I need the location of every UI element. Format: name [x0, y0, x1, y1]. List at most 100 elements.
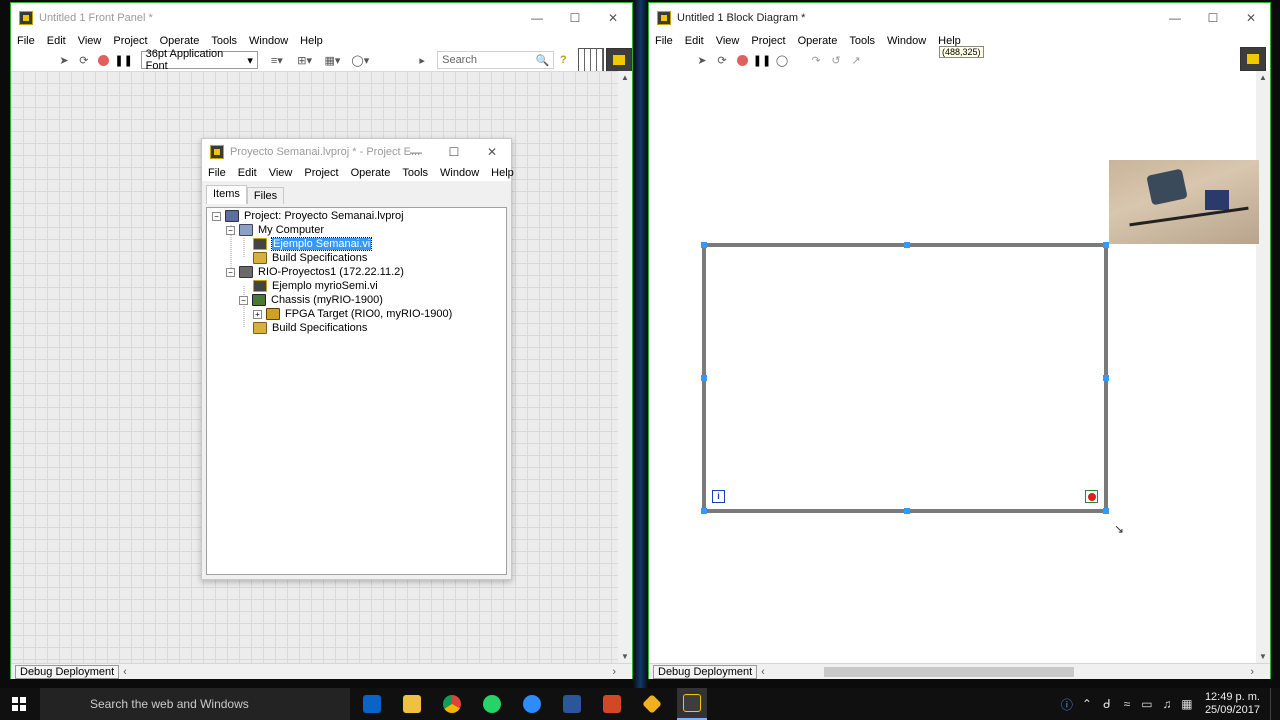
minimize-icon[interactable]: —: [397, 139, 435, 165]
chevron-up-icon[interactable]: ⌃: [1077, 697, 1097, 711]
run-arrow-icon[interactable]: ➤: [55, 51, 73, 69]
minimize-icon[interactable]: —: [518, 3, 556, 33]
collapse-icon[interactable]: −: [226, 225, 235, 235]
abort-icon[interactable]: [95, 51, 113, 69]
menu-operate[interactable]: Operate: [792, 35, 844, 47]
tree-row-rio-target[interactable]: − RIO-Proyectos1 (172.22.11.2): [226, 265, 404, 279]
menu-window[interactable]: Window: [434, 167, 485, 179]
windows-start-icon[interactable]: [12, 697, 26, 711]
font-select[interactable]: 36pt Application Font ▾: [140, 48, 258, 72]
menu-view[interactable]: View: [72, 35, 108, 47]
menu-view[interactable]: View: [710, 35, 746, 47]
scroll-up-icon[interactable]: ▲: [621, 73, 629, 82]
tab-files[interactable]: Files: [246, 187, 285, 204]
run-arrow-icon[interactable]: ➤: [693, 51, 711, 69]
resize-handle[interactable]: [904, 242, 910, 248]
tree-row-myrio-vi[interactable]: Ejemplo myrioSemi.vi: [253, 279, 378, 293]
pause-icon[interactable]: ❚❚: [114, 51, 132, 69]
zoom-icon[interactable]: [517, 688, 547, 720]
menu-view[interactable]: View: [263, 167, 299, 179]
minimize-icon[interactable]: —: [1156, 3, 1194, 33]
scroll-left-icon[interactable]: ‹: [123, 666, 127, 678]
run-continuously-icon[interactable]: ⟳: [713, 51, 731, 69]
menu-file[interactable]: File: [202, 167, 232, 179]
horizontal-scroll-thumb[interactable]: [824, 666, 1074, 677]
collapse-icon[interactable]: −: [239, 295, 248, 305]
resize-handle[interactable]: [701, 242, 707, 248]
resize-handle[interactable]: [701, 508, 707, 514]
scroll-right-icon[interactable]: ›: [612, 666, 616, 678]
maximize-icon[interactable]: ☐: [435, 139, 473, 165]
step-over-icon[interactable]: ↺: [827, 51, 845, 69]
battery-icon[interactable]: ▭: [1137, 697, 1157, 711]
file-explorer-icon[interactable]: [397, 688, 427, 720]
while-loop[interactable]: i: [701, 242, 1109, 514]
message-icon[interactable]: ▦: [1177, 697, 1197, 711]
distribute-objects-icon[interactable]: ⊞▾: [292, 51, 318, 69]
resize-objects-icon[interactable]: ▦▾: [320, 51, 346, 69]
menu-help[interactable]: Help: [485, 167, 520, 179]
search-input[interactable]: Search 🔍: [437, 51, 555, 69]
vi-icon[interactable]: [1240, 47, 1266, 71]
vi-icon[interactable]: [606, 48, 632, 72]
tool-icon[interactable]: [637, 688, 667, 720]
resize-handle[interactable]: [904, 508, 910, 514]
highlight-execution-icon[interactable]: ◯: [773, 51, 791, 69]
scroll-left-icon[interactable]: ‹: [761, 666, 765, 678]
execution-target[interactable]: Debug Deployment: [15, 664, 120, 679]
project-explorer-titlebar[interactable]: Proyecto Semanai.lvproj * - Project E...…: [202, 139, 511, 165]
help-icon[interactable]: ⓘ: [1057, 696, 1077, 713]
powerpoint-icon[interactable]: [597, 688, 627, 720]
expand-icon[interactable]: +: [253, 309, 262, 319]
menu-tools[interactable]: Tools: [205, 35, 243, 47]
scroll-down-icon[interactable]: ▼: [1259, 652, 1267, 661]
menu-file[interactable]: File: [649, 35, 679, 47]
pause-icon[interactable]: ❚❚: [753, 51, 771, 69]
execution-target[interactable]: Debug Deployment: [653, 664, 758, 679]
volume-icon[interactable]: ♫: [1157, 697, 1177, 711]
menu-edit[interactable]: Edit: [41, 35, 72, 47]
loop-stop-condition-icon[interactable]: [1085, 490, 1098, 503]
tree-row-fpga[interactable]: + FPGA Target (RIO0, myRIO-1900): [253, 307, 452, 321]
loop-iteration-terminal[interactable]: i: [712, 490, 725, 503]
resize-handle[interactable]: [701, 375, 707, 381]
tree-row-build-spec[interactable]: Build Specifications: [253, 251, 367, 265]
collapse-icon[interactable]: −: [226, 267, 235, 277]
resize-handle[interactable]: [1103, 375, 1109, 381]
menu-tools[interactable]: Tools: [396, 167, 434, 179]
labview-icon[interactable]: [677, 688, 707, 720]
menu-file[interactable]: File: [11, 35, 41, 47]
menu-edit[interactable]: Edit: [232, 167, 263, 179]
step-out-icon[interactable]: ↗: [847, 51, 865, 69]
notifications-icon[interactable]: [1270, 688, 1280, 720]
menu-help[interactable]: Help: [294, 35, 329, 47]
maximize-icon[interactable]: ☐: [1194, 3, 1232, 33]
chrome-icon[interactable]: [437, 688, 467, 720]
connector-pane-icon[interactable]: [578, 48, 605, 72]
scroll-right-icon[interactable]: ›: [1250, 666, 1254, 678]
network-icon[interactable]: ≈: [1117, 697, 1137, 711]
tree-row-build-spec-rio[interactable]: Build Specifications: [253, 321, 367, 335]
menu-project[interactable]: Project: [298, 167, 344, 179]
run-continuously-icon[interactable]: ⟳: [75, 51, 93, 69]
maximize-icon[interactable]: ☐: [556, 3, 594, 33]
word-icon[interactable]: [557, 688, 587, 720]
menu-operate[interactable]: Operate: [345, 167, 397, 179]
block-diagram-titlebar[interactable]: Untitled 1 Block Diagram * — ☐ ✕: [649, 3, 1270, 33]
menu-operate[interactable]: Operate: [154, 35, 206, 47]
tree-row-my-computer[interactable]: − My Computer: [226, 223, 324, 237]
scroll-down-icon[interactable]: ▼: [621, 652, 629, 661]
tab-items[interactable]: Items: [206, 185, 247, 204]
tree-row-project[interactable]: − Project: Proyecto Semanai.lvproj: [212, 209, 404, 223]
menu-window[interactable]: Window: [881, 35, 932, 47]
taskbar-search-input[interactable]: Search the web and Windows: [40, 688, 350, 720]
reorder-icon[interactable]: ◯▾: [347, 51, 373, 69]
align-objects-icon[interactable]: ≡▾: [264, 51, 290, 69]
close-icon[interactable]: ✕: [1232, 3, 1270, 33]
scroll-up-icon[interactable]: ▲: [1259, 73, 1267, 82]
outlook-icon[interactable]: [357, 688, 387, 720]
close-icon[interactable]: ✕: [473, 139, 511, 165]
close-icon[interactable]: ✕: [594, 3, 632, 33]
menu-tools[interactable]: Tools: [843, 35, 881, 47]
search-icon[interactable]: 🔍: [536, 54, 550, 67]
